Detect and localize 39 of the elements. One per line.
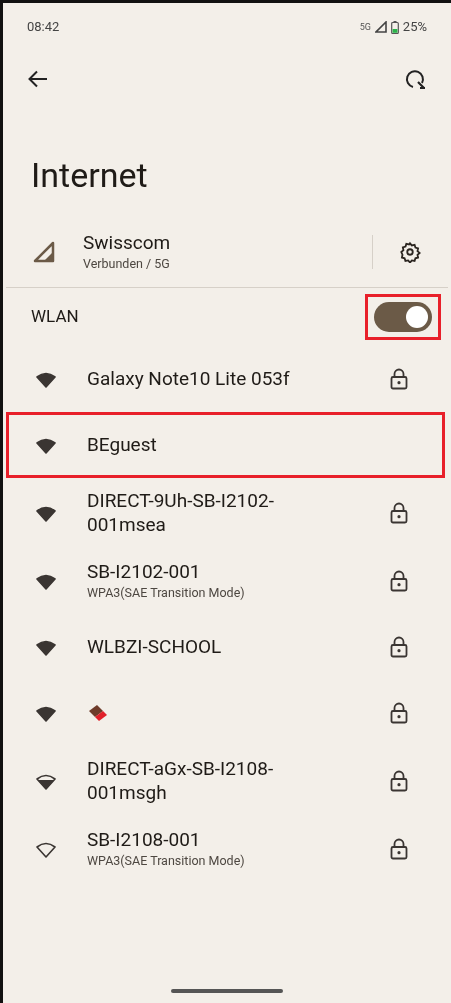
mobile-network-item[interactable]: Swisscom Verbunden / 5G [83,230,372,274]
wifi-network-item[interactable]: Galaxy Note10 Lite 053f [6,346,445,412]
wlan-toggle[interactable] [374,302,432,332]
settings-icon [399,241,421,263]
network-name: BEguest [87,433,158,457]
network-name: WLBZI-SCHOOL [87,635,223,659]
network-type-text: 5G [359,22,371,32]
page-title: Internet [30,155,149,195]
back-arrow-icon [28,70,48,88]
lock-icon [390,838,408,860]
battery-icon [390,20,399,34]
network-name: SB-I2102-001 [87,559,202,584]
network-name: DIRECT-aGx-SB-I2108-001msgh [87,757,275,805]
network-name: SB-I2108-001 [87,827,202,852]
wifi-network-item[interactable]: BEguest [6,412,445,478]
battery-text: 25% [402,18,427,37]
carrier-name: Swisscom [83,230,172,255]
lock-icon [390,570,408,592]
wifi-network-item[interactable]: WLBZI-SCHOOL [6,614,445,680]
chocolate-emoji-icon [87,703,109,723]
wifi-network-item[interactable]: DIRECT-9Uh-SB-I2102-001msea [6,478,445,548]
lock-icon [390,636,408,658]
lock-icon [390,770,408,792]
lock-icon [390,702,408,724]
wlan-label: WLAN [31,305,79,329]
connection-status: Verbunden / 5G [83,254,171,273]
cell-signal-icon [33,241,55,263]
network-name: Galaxy Note10 Lite 053f [87,367,291,391]
toggle-thumb [406,306,428,328]
wifi-network-item[interactable]: SB-I2108-001 WPA3(SAE Transition Mode) [6,816,445,882]
clock-text: 08:42 [27,18,60,37]
cell-signal-icon [374,21,387,33]
wifi-network-item[interactable]: DIRECT-aGx-SB-I2108-001msgh [6,746,445,816]
wifi-network-item[interactable]: SB-I2102-001 WPA3(SAE Transition Mode) [6,548,445,614]
lock-icon [390,368,408,390]
security-detail: WPA3(SAE Transition Mode) [87,851,246,870]
security-detail: WPA3(SAE Transition Mode) [87,583,246,602]
lock-icon [390,502,408,524]
network-name: DIRECT-9Uh-SB-I2102-001msea [87,489,275,537]
